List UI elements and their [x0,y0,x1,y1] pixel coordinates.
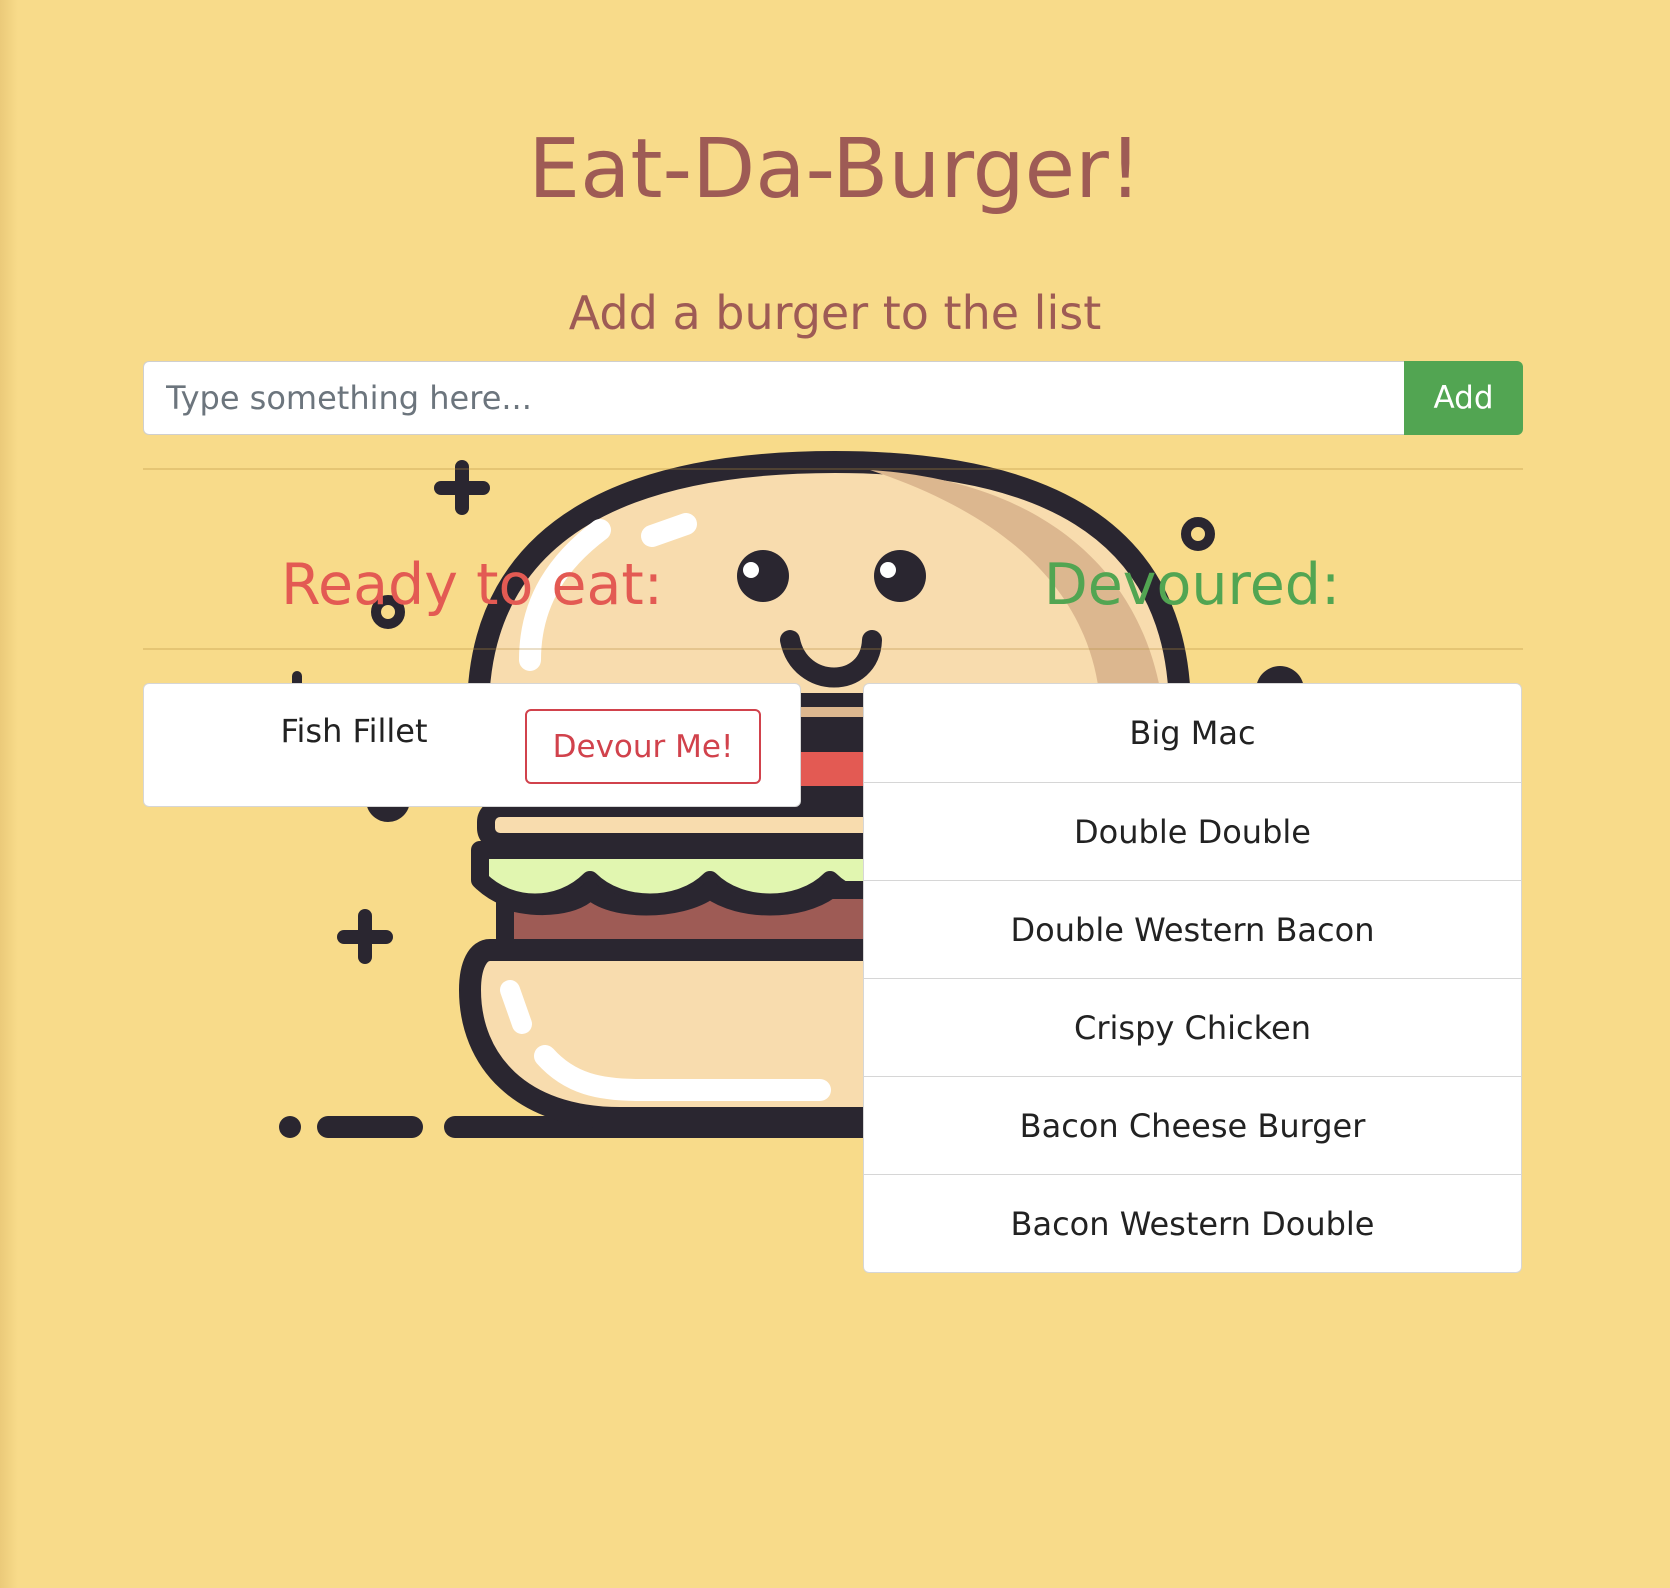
divider [143,468,1523,470]
devoured-list-item: Big Mac [1129,714,1256,752]
devoured-list-item: Crispy Chicken [864,978,1521,1076]
add-burger-form: Add [143,361,1523,435]
add-burger-subtitle: Add a burger to the list [568,286,1102,340]
ring-icon [1181,517,1215,551]
divider [143,648,1523,650]
devour-button[interactable]: Devour Me! [525,709,761,784]
burger-name-input[interactable] [143,361,1404,435]
plus-icon [337,909,393,964]
burger-name: Fish Fillet [280,712,428,750]
devoured-heading: Devoured: [1043,552,1341,618]
devoured-list-item: Bacon Western Double [864,1174,1521,1272]
devoured-list-item: Double Double [864,782,1521,880]
devoured-list: Big Mac Double Double Double Western Bac… [863,683,1522,1273]
devoured-list-item: Double Western Bacon [864,880,1521,978]
ready-list: Fish Fillet Devour Me! [143,683,801,807]
ready-heading: Ready to eat: [281,552,663,618]
plus-icon [434,460,490,515]
page-title: Eat-Da-Burger! [528,122,1142,217]
add-button[interactable]: Add [1404,361,1523,435]
ready-list-item: Fish Fillet Devour Me! [143,683,801,807]
devoured-list-item: Bacon Cheese Burger [864,1076,1521,1174]
